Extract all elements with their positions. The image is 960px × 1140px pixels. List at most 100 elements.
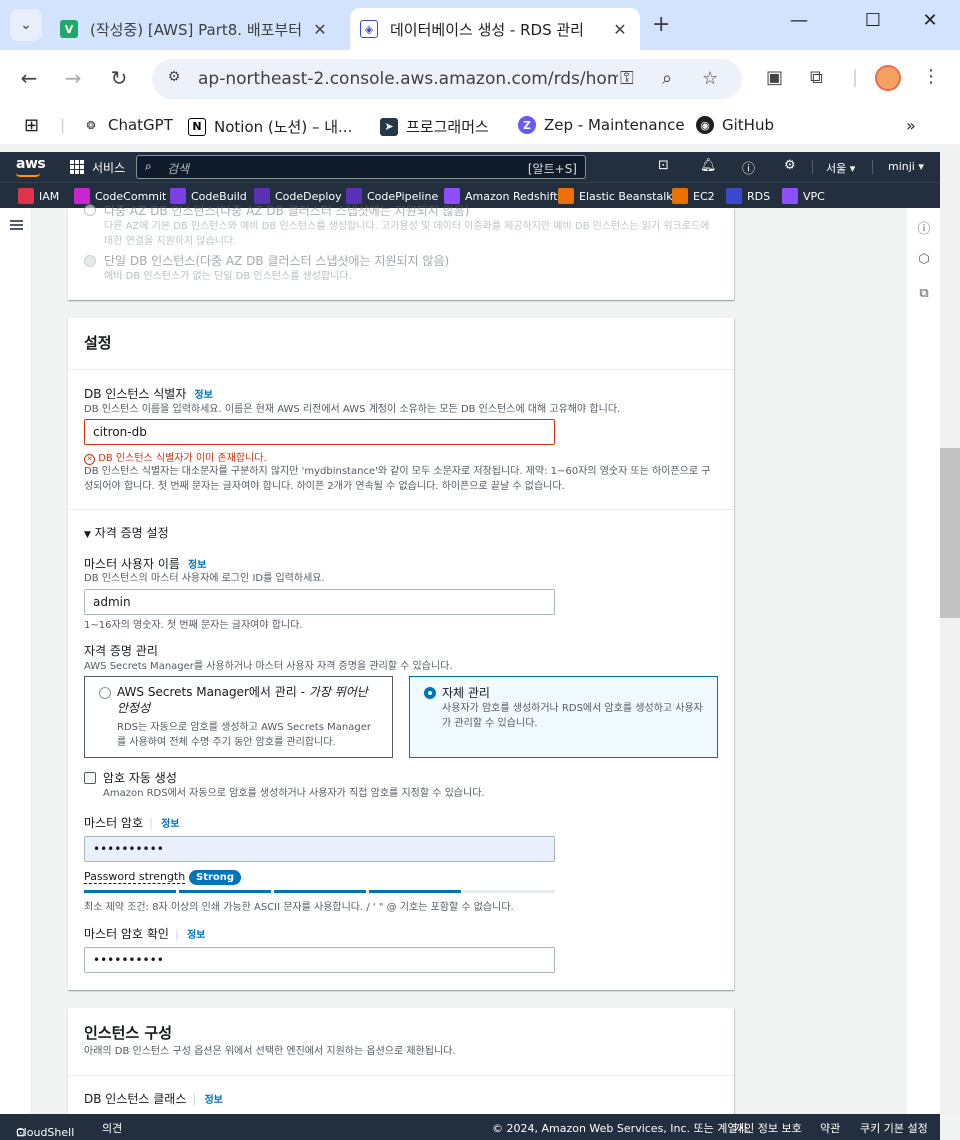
single-instance-radio[interactable] bbox=[84, 255, 96, 267]
zoom-icon[interactable]: ⌕ bbox=[662, 68, 672, 89]
master-user-label-row: 마스터 사용자 이름 정보 bbox=[84, 555, 206, 572]
master-password-input[interactable] bbox=[84, 836, 555, 862]
bookmark-notion[interactable]: N Notion (노션) – 내... bbox=[188, 116, 352, 137]
secrets-manager-desc: RDS는 자동으로 암호를 생성하고 AWS Secrets Manager를 … bbox=[117, 722, 372, 748]
tab-search-button[interactable]: ⌄ bbox=[10, 9, 42, 41]
tab-title: 데이터베이스 생성 - RDS 관리 bbox=[390, 20, 584, 39]
identifier-label: DB 인스턴스 식별자 bbox=[84, 387, 187, 401]
auto-generate-desc: Amazon RDS에서 자동으로 암호를 생성하거나 사용자가 직접 암호를 … bbox=[103, 788, 485, 799]
scrollbar-thumb[interactable] bbox=[940, 448, 960, 618]
master-password-info-link[interactable]: 정보 bbox=[161, 819, 179, 830]
toolbar-divider: | bbox=[852, 67, 859, 88]
chatgpt-icon: ❂ bbox=[86, 118, 96, 132]
page-scrollbar[interactable] bbox=[940, 152, 960, 1114]
settings-gear-icon[interactable]: ⚙ bbox=[784, 158, 796, 173]
multi-az-option[interactable]: 다중 AZ DB 인스턴스(다중 AZ DB 클러스터 스냅샷에는 지원되지 않… bbox=[84, 202, 714, 249]
close-tab-icon[interactable]: ✕ bbox=[610, 20, 630, 39]
multi-az-title: 다중 AZ DB 인스턴스(다중 AZ DB 클러스터 스냅샷에는 지원되지 않… bbox=[104, 204, 470, 218]
browser-tab-notion-draft[interactable]: V (작성중) [AWS] Part8. 배포부터 ✕ bbox=[50, 8, 340, 50]
self-managed-title: 자체 관리 bbox=[442, 686, 490, 700]
services-menu[interactable]: 서비스 bbox=[92, 159, 125, 176]
master-username-input[interactable] bbox=[84, 589, 555, 615]
bookmark-chatgpt[interactable]: ❂ ChatGPT bbox=[82, 116, 173, 134]
master-user-label: 마스터 사용자 이름 bbox=[84, 557, 180, 571]
strength-segment-4 bbox=[369, 890, 461, 893]
credential-management-label: 자격 증명 관리 bbox=[84, 644, 158, 658]
instance-class-label-row: DB 인스턴스 클래스 | 정보 bbox=[84, 1090, 223, 1107]
aws-logo[interactable]: aws bbox=[16, 156, 46, 172]
favorite-iam[interactable]: IAM bbox=[18, 188, 59, 204]
profile-avatar[interactable] bbox=[875, 65, 901, 91]
services-grid-icon[interactable] bbox=[70, 160, 84, 174]
feedback-icon[interactable]: ⬡ bbox=[916, 252, 932, 268]
new-tab-plus-icon[interactable]: + bbox=[652, 12, 670, 37]
bookmark-star-icon[interactable]: ☆ bbox=[702, 68, 718, 89]
window-close-icon[interactable]: ✕ bbox=[915, 10, 945, 31]
confirm-password-info-link[interactable]: 정보 bbox=[187, 930, 205, 941]
more-bookmarks-icon[interactable]: » bbox=[906, 116, 916, 135]
close-tab-icon[interactable]: ✕ bbox=[310, 20, 330, 39]
maximize-icon[interactable]: ☐ bbox=[858, 10, 888, 31]
address-bar[interactable]: ⚙ ap-northeast-2.console.aws.amazon.com/… bbox=[152, 59, 742, 99]
strength-segment-3 bbox=[274, 890, 366, 893]
bookmark-zep[interactable]: Z Zep - Maintenance bbox=[518, 116, 685, 134]
self-managed-radio[interactable] bbox=[424, 687, 436, 699]
label-divider: | bbox=[192, 1092, 197, 1106]
master-password-label: 마스터 암호 bbox=[84, 816, 144, 830]
terms-link[interactable]: 약관 bbox=[820, 1120, 840, 1136]
bookmarks-bar: ⊞ | ❂ ChatGPT N Notion (노션) – 내... ➤ 프로그래머스… bbox=[0, 108, 960, 144]
instance-class-info-link[interactable]: 정보 bbox=[204, 1095, 222, 1106]
settings-panel: 설정 DB 인스턴스 식별자 정보 DB 인스턴스 이름을 입력하세요. 이름은 … bbox=[68, 318, 734, 990]
secrets-manager-radio[interactable] bbox=[99, 687, 111, 699]
info-panel-icon[interactable]: ⓘ bbox=[916, 218, 932, 237]
instance-class-label: DB 인스턴스 클래스 bbox=[84, 1092, 187, 1106]
site-settings-icon[interactable]: ⚙ bbox=[164, 69, 184, 89]
bookmark-programmers[interactable]: ➤ 프로그래머스 bbox=[380, 116, 489, 137]
multi-az-radio[interactable] bbox=[84, 204, 96, 216]
secrets-manager-option-tile[interactable]: AWS Secrets Manager에서 관리 - 가장 뛰어난 안정성 RD… bbox=[84, 676, 393, 758]
settings-header: 설정 bbox=[68, 318, 734, 370]
minimize-icon[interactable]: — bbox=[784, 10, 814, 31]
bookmark-github[interactable]: ◉ GitHub bbox=[696, 116, 774, 134]
master-user-info-link[interactable]: 정보 bbox=[188, 560, 206, 571]
cloudshell-icon[interactable]: ⊡ bbox=[658, 158, 669, 173]
apps-grid-icon[interactable]: ⊞ bbox=[24, 115, 39, 136]
privacy-link[interactable]: 개인 정보 보호 bbox=[734, 1120, 802, 1136]
self-managed-desc: 사용자가 암호를 생성하거나 RDS에서 암호를 생성하고 사용자가 관리할 수… bbox=[442, 703, 703, 729]
cookie-preferences-link[interactable]: 쿠키 기본 설정 bbox=[860, 1120, 928, 1136]
self-managed-option-tile[interactable]: 자체 관리 사용자가 암호를 생성하거나 RDS에서 암호를 생성하고 사용자가… bbox=[409, 676, 718, 758]
identifier-input[interactable] bbox=[84, 419, 555, 445]
single-instance-desc: 예비 DB 인스턴스가 없는 단일 DB 인스턴스를 생성합니다. bbox=[104, 271, 352, 282]
password-strength-label[interactable]: Password strength bbox=[84, 870, 186, 884]
aws-search-input[interactable]: ⌕ 검색 [알트+S] bbox=[136, 155, 586, 179]
feedback-link[interactable]: 의견 bbox=[102, 1120, 122, 1136]
region-selector[interactable]: 서울 ▾ bbox=[826, 160, 855, 176]
single-instance-option[interactable]: 단일 DB 인스턴스(다중 AZ DB 클러스터 스냅샷에는 지원되지 않음) … bbox=[84, 252, 714, 284]
hamburger-menu-icon[interactable] bbox=[10, 220, 23, 230]
identifier-info-link[interactable]: 정보 bbox=[194, 390, 212, 401]
browser-tab-rds[interactable]: ◈ 데이터베이스 생성 - RDS 관리 ✕ bbox=[350, 8, 640, 50]
notion-icon: N bbox=[188, 117, 206, 136]
help-icon[interactable]: ⓘ bbox=[742, 158, 755, 177]
auto-generate-label[interactable]: 암호 자동 생성 bbox=[103, 769, 177, 786]
reload-icon[interactable]: ↻ bbox=[106, 66, 132, 90]
favorite-rds[interactable]: RDS bbox=[726, 188, 770, 204]
back-arrow-icon[interactable]: ← bbox=[16, 66, 42, 90]
tutorial-icon[interactable]: ⧉ bbox=[916, 286, 932, 302]
forward-arrow-icon[interactable]: → bbox=[60, 66, 86, 90]
zep-icon: Z bbox=[518, 116, 536, 134]
more-menu-icon[interactable]: ⋮ bbox=[922, 66, 940, 87]
notifications-bell-icon[interactable]: 🔔︎ bbox=[700, 158, 717, 173]
single-instance-title: 단일 DB 인스턴스(다중 AZ DB 클러스터 스냅샷에는 지원되지 않음) bbox=[104, 254, 450, 268]
url-text[interactable]: ap-northeast-2.console.aws.amazon.com/rd… bbox=[198, 69, 618, 89]
auto-generate-password-checkbox[interactable] bbox=[84, 772, 96, 784]
extension-icon[interactable]: ▣ bbox=[766, 67, 783, 88]
password-key-icon[interactable]: ⚿ bbox=[620, 68, 634, 89]
left-nav-rail bbox=[0, 208, 32, 1114]
extensions-puzzle-icon[interactable]: ⧉ bbox=[810, 67, 823, 88]
confirm-password-input[interactable] bbox=[84, 947, 555, 973]
favorite-vpc[interactable]: VPC bbox=[782, 188, 825, 204]
account-menu[interactable]: minji ▾ bbox=[888, 160, 924, 173]
credentials-settings-toggle[interactable]: ▼ 자격 증명 설정 bbox=[84, 524, 169, 541]
aws-footer: ⊡ CloudShell 의견 © 2024, Amazon Web Servi… bbox=[0, 1114, 940, 1140]
